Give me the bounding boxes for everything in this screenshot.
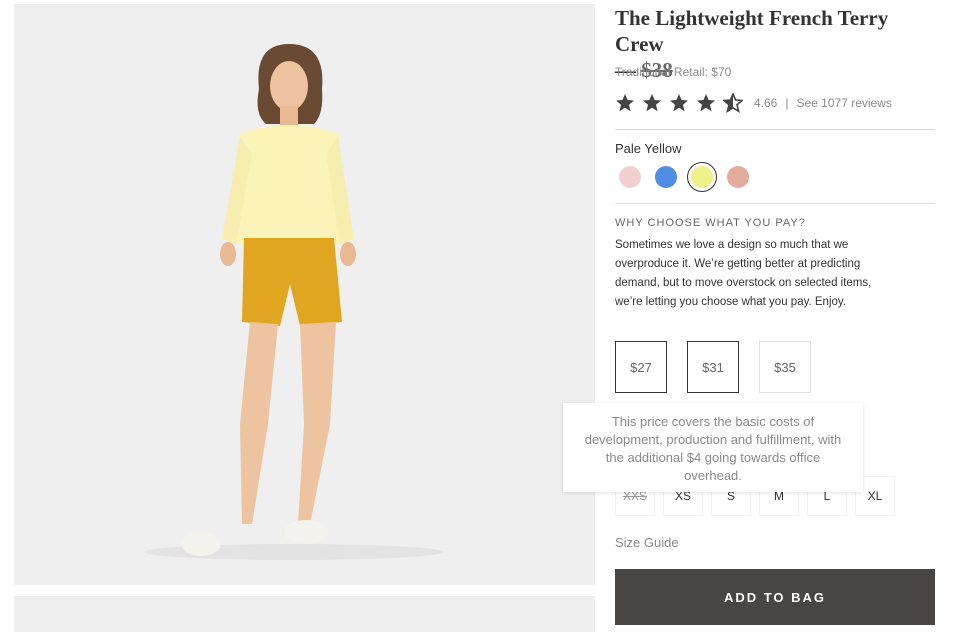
swatch-fill (691, 166, 713, 188)
traditional-retail-price: Traditional Retail: $70 (615, 65, 732, 79)
add-to-bag-button[interactable]: ADD TO BAG (615, 569, 935, 625)
swatch-fill (619, 166, 641, 188)
star-icon (670, 94, 688, 112)
size-guide-link[interactable]: Size Guide (615, 535, 679, 550)
star-rating (615, 93, 750, 113)
model-illustration (144, 44, 444, 560)
star-icon (697, 94, 715, 112)
divider (615, 129, 935, 130)
swatch-dusty-rose[interactable] (723, 162, 753, 192)
rating-value: 4.66 (754, 96, 778, 110)
star-icon (616, 94, 634, 112)
choose-price-heading: WHY CHOOSE WHAT YOU PAY? (615, 217, 806, 229)
price-option-low[interactable]: $27 (615, 341, 667, 393)
selected-color-label: Pale Yellow (615, 141, 682, 156)
price-tooltip: This price covers the basic costs of dev… (563, 403, 863, 492)
swatch-blue[interactable] (651, 162, 681, 192)
product-details-panel: The Lightweight French Terry Crew — $38 … (615, 0, 935, 632)
see-reviews-link[interactable]: See 1077 reviews (796, 96, 891, 110)
swatch-fill (655, 166, 677, 188)
product-photo-secondary[interactable] (14, 596, 595, 632)
swatch-light-pink[interactable] (615, 162, 645, 192)
price-options: $27 $31 $35 (615, 341, 831, 393)
choose-price-description: Sometimes we love a design so much that … (615, 239, 872, 308)
color-swatches (615, 162, 759, 192)
divider (615, 203, 935, 204)
swatch-fill (727, 166, 749, 188)
star-half-icon (723, 93, 743, 113)
price-option-high[interactable]: $35 (759, 341, 811, 393)
rating-row: 4.66 | See 1077 reviews (615, 92, 892, 114)
star-icon (643, 94, 661, 112)
price-option-mid[interactable]: $31 (687, 341, 739, 393)
product-photo-main[interactable] (14, 4, 595, 585)
product-name: The Lightweight French Terry Crew (615, 6, 889, 56)
swatch-pale-yellow[interactable] (687, 162, 717, 192)
rating-separator: | (785, 96, 789, 110)
